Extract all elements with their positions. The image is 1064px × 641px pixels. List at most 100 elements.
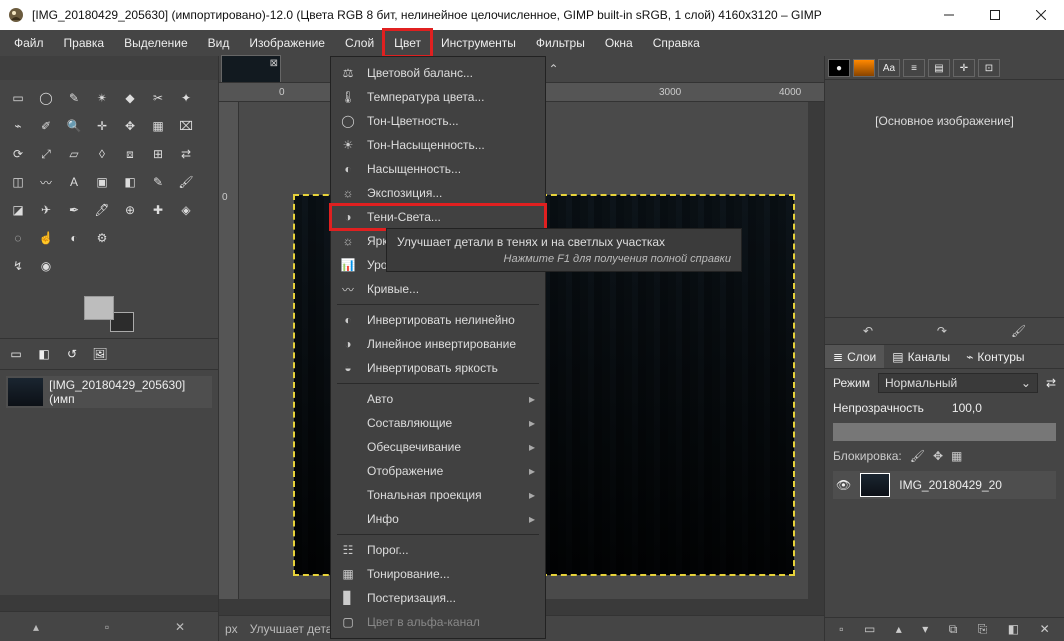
scale-tool[interactable]: ⤢ <box>33 141 59 167</box>
menu-color-temperature[interactable]: 🌡Температура цвета... <box>331 85 545 109</box>
perspective-clone-tool[interactable]: ◈ <box>173 197 199 223</box>
mypaint-tool[interactable]: 🖊 <box>89 197 115 223</box>
by-color-select-tool[interactable]: ◆ <box>117 85 143 111</box>
nav-tab[interactable]: ⊡ <box>978 59 1000 77</box>
foreground-select-tool[interactable]: ✦ <box>173 85 199 111</box>
menu-invert-nonlinear[interactable]: ◐Инвертировать нелинейно <box>331 308 545 332</box>
warp-tool[interactable]: 〰 <box>33 169 59 195</box>
tab-close-icon[interactable]: ⊠ <box>270 58 278 69</box>
paintbrush-tool[interactable]: 🖌 <box>173 169 199 195</box>
rect-select-tool[interactable]: ▭ <box>5 85 31 111</box>
fonts-tab[interactable]: Aa <box>878 59 900 77</box>
scissors-tool[interactable]: ✂ <box>145 85 171 111</box>
menu-components[interactable]: Составляющие▸ <box>331 411 545 435</box>
blur-tool[interactable]: ◌ <box>5 225 31 251</box>
patterns-tab[interactable] <box>853 59 875 77</box>
menu-help[interactable]: Справка <box>643 30 710 56</box>
devices-tab[interactable]: ◧ <box>32 343 56 365</box>
left-hscroll[interactable] <box>0 595 218 611</box>
menu-desaturate[interactable]: Обесцвечивание▸ <box>331 435 545 459</box>
delete-icon[interactable]: ✕ <box>175 620 185 634</box>
transform-3d-tool[interactable]: ⧈ <box>117 141 143 167</box>
opacity-slider[interactable] <box>833 423 1056 441</box>
close-button[interactable] <box>1018 0 1064 30</box>
smudge-tool[interactable]: ☝ <box>33 225 59 251</box>
dodge-tool[interactable]: ◐ <box>61 225 87 251</box>
lock-move-icon[interactable]: ✥ <box>933 449 943 463</box>
bucket-fill-tool[interactable]: ▣ <box>89 169 115 195</box>
menu-curves[interactable]: 〰Кривые... <box>331 277 545 301</box>
undo-icon[interactable]: ↶ <box>863 324 873 338</box>
clone-tool[interactable]: ⊕ <box>117 197 143 223</box>
crop-tool[interactable]: ⌧ <box>173 113 199 139</box>
menu-color[interactable]: Цвет <box>384 30 431 56</box>
menu-windows[interactable]: Окна <box>595 30 643 56</box>
menu-auto[interactable]: Авто▸ <box>331 387 545 411</box>
raise-icon[interactable]: ▴ <box>33 620 39 634</box>
menu-posterize[interactable]: ▊Постеризация... <box>331 586 545 610</box>
delete-layer-icon[interactable]: ✕ <box>1040 622 1050 637</box>
menu-exposure[interactable]: ☼Экспозиция... <box>331 181 545 205</box>
mode-select[interactable]: Нормальный⌄ <box>878 373 1038 393</box>
image-row[interactable]: [IMG_20180429_205630] (имп <box>6 376 212 408</box>
brushes-tab[interactable]: ● <box>828 59 850 77</box>
images-tab[interactable]: 🖼 <box>88 343 112 365</box>
ink-tool[interactable]: ✒ <box>61 197 87 223</box>
pointer-tab[interactable]: ✛ <box>953 59 975 77</box>
rotate-tool[interactable]: ⟳ <box>5 141 31 167</box>
zoom-tool[interactable]: 🔍 <box>61 113 87 139</box>
align-tool[interactable]: ▦ <box>145 113 171 139</box>
menu-hue-saturation[interactable]: ☀Тон-Насыщенность... <box>331 133 545 157</box>
new-display-icon[interactable]: ▫ <box>105 620 109 634</box>
free-select-tool[interactable]: ✎ <box>61 85 87 111</box>
airbrush-tool[interactable]: ✈ <box>33 197 59 223</box>
pencil-tool[interactable]: ✎ <box>145 169 171 195</box>
color-picker-tool[interactable]: ✐ <box>33 113 59 139</box>
raise-layer-icon[interactable]: ▴ <box>896 622 902 637</box>
menu-shadows-highlights[interactable]: ◑Тени-Света... <box>331 205 545 229</box>
operation-tool[interactable]: ⚙ <box>89 225 115 251</box>
paths-tool[interactable]: ⌁ <box>5 113 31 139</box>
channels-tab-r[interactable]: ▤ <box>928 59 950 77</box>
merge-layer-icon[interactable]: ⎘ <box>978 622 988 637</box>
opacity-value[interactable]: 100,0 <box>932 401 982 415</box>
switch-icon[interactable]: ⇄ <box>1046 376 1056 390</box>
menu-info[interactable]: Инфо▸ <box>331 507 545 531</box>
menu-color-balance[interactable]: ⚖Цветовой баланс... <box>331 61 545 85</box>
menu-linear-invert[interactable]: ◑Линейное инвертирование <box>331 332 545 356</box>
text-tool[interactable]: A <box>61 169 87 195</box>
menu-image[interactable]: Изображение <box>239 30 335 56</box>
tooloptions-tab[interactable]: ▭ <box>4 343 28 365</box>
menu-layer[interactable]: Слой <box>335 30 384 56</box>
mask-icon[interactable]: ◧ <box>1008 622 1019 637</box>
color-swatch[interactable] <box>0 284 218 338</box>
menu-file[interactable]: Файл <box>4 30 54 56</box>
menu-edit[interactable]: Правка <box>54 30 115 56</box>
history-tab-r[interactable]: ≡ <box>903 59 925 77</box>
heal-tool[interactable]: ✚ <box>145 197 171 223</box>
tab-layers[interactable]: ≣ Слои <box>825 345 884 368</box>
flip-tool[interactable]: ⇄ <box>173 141 199 167</box>
menu-filters[interactable]: Фильтры <box>526 30 595 56</box>
dup-layer-icon[interactable]: ⧉ <box>949 622 958 637</box>
cage-tool[interactable]: ◫ <box>5 169 31 195</box>
tool-extra1[interactable]: ↯ <box>5 253 31 279</box>
perspective-tool[interactable]: ◊ <box>89 141 115 167</box>
clear-history-icon[interactable]: 🖌 <box>1011 324 1026 338</box>
eraser-tool[interactable]: ◪ <box>5 197 31 223</box>
tool-extra2[interactable]: ◉ <box>33 253 59 279</box>
fg-color[interactable] <box>84 296 114 320</box>
eye-icon[interactable]: 👁 <box>836 478 851 492</box>
tab-paths[interactable]: ⌁ Контуры <box>958 345 1032 368</box>
fuzzy-select-tool[interactable]: ✴ <box>89 85 115 111</box>
unit-label[interactable]: px <box>225 622 238 636</box>
lock-alpha-icon[interactable]: ▦ <box>951 449 962 463</box>
tab-channels[interactable]: ▤ Каналы <box>884 345 958 368</box>
maximize-button[interactable] <box>972 0 1018 30</box>
ellipse-select-tool[interactable]: ◯ <box>33 85 59 111</box>
lock-paint-icon[interactable]: 🖌 <box>910 449 925 463</box>
move-tool[interactable]: ✥ <box>117 113 143 139</box>
menu-toning[interactable]: ▦Тонирование... <box>331 562 545 586</box>
lower-layer-icon[interactable]: ▾ <box>922 622 928 637</box>
canvas-vscroll[interactable] <box>808 102 824 599</box>
